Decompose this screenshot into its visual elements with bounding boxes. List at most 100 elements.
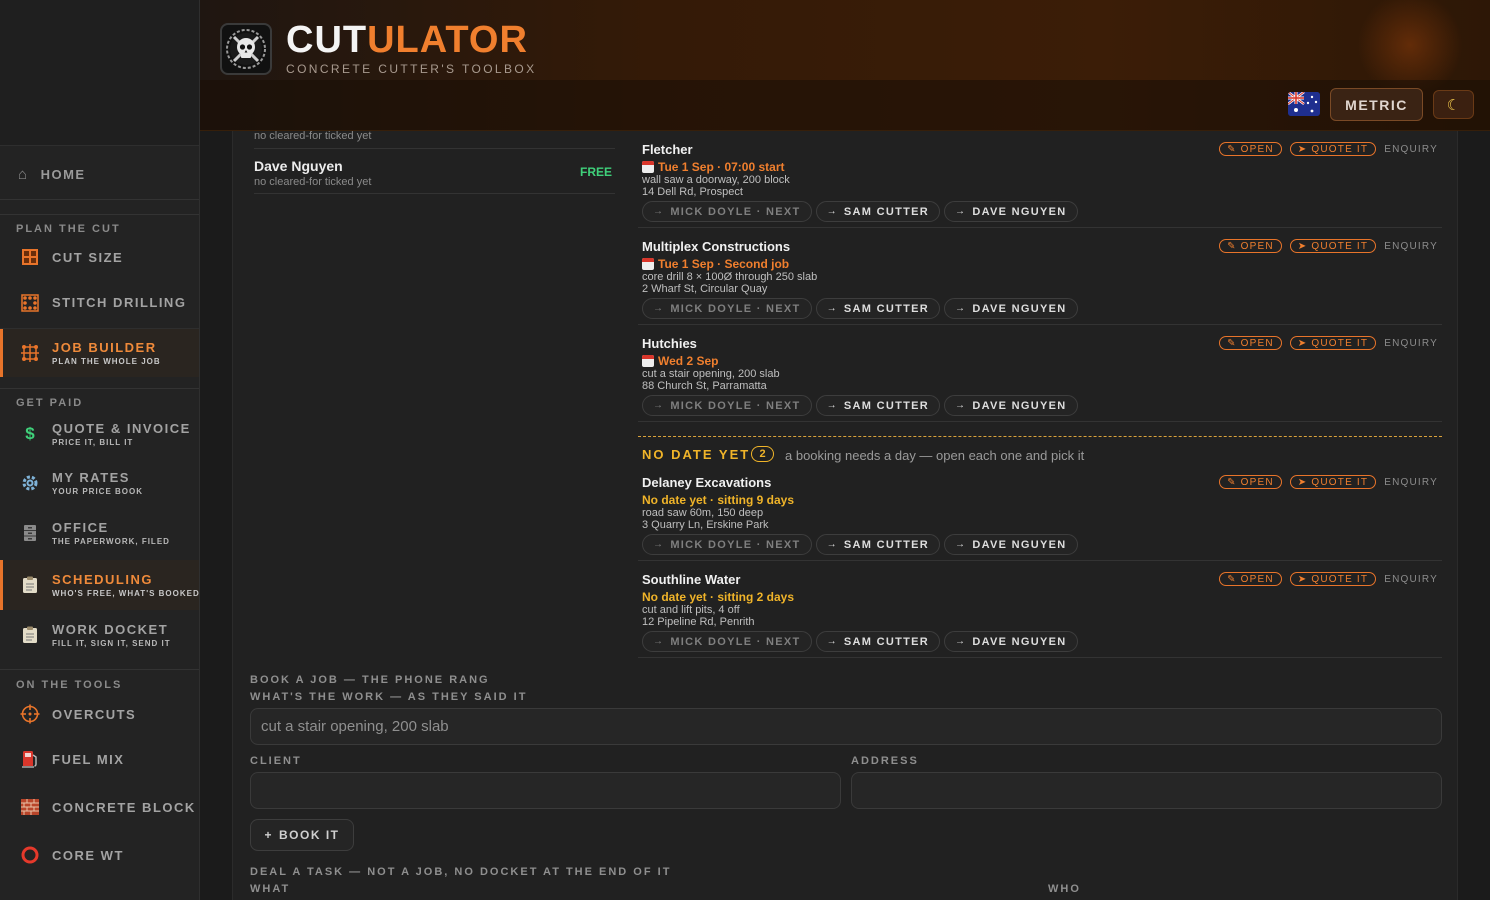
job-client: Southline Water (642, 572, 741, 587)
assign-button[interactable]: → DAVE NGUYEN (944, 631, 1078, 652)
staff-status: no cleared-for ticked yet (254, 176, 372, 188)
job-tags: ✎ OPEN ➤ QUOTE IT ENQUIRY (1219, 142, 1438, 156)
assign-button[interactable]: → SAM CUTTER (815, 395, 941, 416)
assign-button[interactable]: → SAM CUTTER (815, 534, 941, 555)
sidebar-item-scheduling[interactable]: SCHEDULING WHO'S FREE, WHAT'S BOOKED (0, 560, 199, 610)
assign-button[interactable]: → MICK DOYLE · NEXT (642, 201, 812, 222)
job-date-text: Tue 1 Sep · 07:00 start (658, 160, 785, 174)
staff-availability-badge: FREE (579, 165, 612, 179)
cut-size-icon (20, 247, 40, 267)
work-input[interactable] (250, 708, 1442, 745)
assign-label: SAM CUTTER (843, 205, 930, 218)
job-date-text: Wed 2 Sep (658, 354, 719, 368)
address-input[interactable] (851, 772, 1442, 809)
open-label: OPEN (1240, 143, 1274, 155)
quote-job-button[interactable]: ➤ QUOTE IT (1289, 239, 1377, 253)
sidebar-item-my-rates[interactable]: MY RATES YOUR PRICE BOOK (0, 456, 199, 510)
assign-button[interactable]: → SAM CUTTER (815, 201, 941, 222)
theme-toggle-button[interactable]: ☾ (1433, 90, 1474, 119)
job-tags: ✎ OPEN ➤ QUOTE IT ENQUIRY (1219, 239, 1438, 253)
job-card: Hutchies Wed 2 Sep cut a stair opening, … (638, 325, 1442, 422)
assign-button[interactable]: → MICK DOYLE · NEXT (642, 395, 812, 416)
open-job-button[interactable]: ✎ OPEN (1219, 475, 1282, 489)
sidebar-item-sub: PLAN THE WHOLE JOB (52, 357, 161, 366)
filing-cabinet-icon (20, 523, 40, 543)
assign-label: MICK DOYLE · NEXT (670, 302, 801, 315)
sidebar-item-home[interactable]: ⌂ HOME (0, 150, 199, 200)
arrow-right-icon: → (826, 636, 838, 647)
open-label: OPEN (1240, 337, 1274, 349)
job-status: ENQUIRY (1384, 143, 1438, 155)
sidebar-item-sub: WHO'S FREE, WHAT'S BOOKED (52, 589, 200, 598)
task-what-label: WHAT (250, 883, 291, 895)
australia-flag-icon[interactable] (1288, 92, 1320, 116)
header-glow (1350, 0, 1470, 90)
sidebar-item-fuel-mix[interactable]: FUEL MIX (0, 735, 199, 783)
assign-label: DAVE NGUYEN (972, 399, 1067, 412)
open-job-button[interactable]: ✎ OPEN (1219, 142, 1282, 156)
staff-row[interactable]: Dave Nguyen no cleared-for ticked yet FR… (254, 150, 615, 194)
sidebar-item-office[interactable]: OFFICE THE PAPERWORK, FILED (0, 510, 199, 556)
sidebar-item-job-builder[interactable]: JOB BUILDER PLAN THE WHOLE JOB (0, 329, 199, 377)
assign-button[interactable]: → DAVE NGUYEN (944, 201, 1078, 222)
arrow-right-icon: → (653, 303, 665, 314)
assign-button[interactable]: → SAM CUTTER (815, 298, 941, 319)
client-label: CLIENT (250, 755, 302, 767)
assign-button[interactable]: → DAVE NGUYEN (944, 298, 1078, 319)
stitch-drill-icon (20, 293, 40, 313)
assign-button[interactable]: → DAVE NGUYEN (944, 534, 1078, 555)
no-date-hint: a booking needs a day — open each one an… (785, 448, 1085, 463)
quote-job-button[interactable]: ➤ QUOTE IT (1289, 572, 1377, 586)
sidebar-top (0, 0, 199, 146)
arrow-icon: ➤ (1297, 337, 1308, 349)
crosshair-icon (20, 704, 40, 724)
calendar-icon (642, 355, 654, 367)
assign-buttons: → MICK DOYLE · NEXT → SAM CUTTER → DAVE NGU… (642, 534, 1078, 555)
sidebar-item-core-wt[interactable]: CORE WT (0, 831, 199, 879)
assign-button[interactable]: → SAM CUTTER (815, 631, 941, 652)
task-title: DEAL A TASK — NOT A JOB, NO DOCKET AT TH… (250, 866, 672, 878)
pencil-icon: ✎ (1227, 240, 1237, 252)
sidebar-item-cut-size[interactable]: CUT SIZE (0, 237, 199, 277)
assign-button[interactable]: → MICK DOYLE · NEXT (642, 631, 812, 652)
job-status: ENQUIRY (1384, 573, 1438, 585)
book-it-button[interactable]: + BOOK IT (250, 819, 354, 851)
client-input[interactable] (250, 772, 841, 809)
units-toggle-button[interactable]: METRIC (1330, 88, 1423, 121)
sidebar-item-quote-invoice[interactable]: $ QUOTE & INVOICE PRICE IT, BILL IT (0, 412, 199, 456)
staff-row-partial[interactable]: no cleared-for ticked yet (254, 130, 615, 149)
open-job-button[interactable]: ✎ OPEN (1219, 336, 1282, 350)
assign-button[interactable]: → DAVE NGUYEN (944, 395, 1078, 416)
assign-label: MICK DOYLE · NEXT (670, 635, 801, 648)
job-work: road saw 60m, 150 deep (642, 507, 764, 519)
job-client: Hutchies (642, 336, 697, 351)
staff-name: Dave Nguyen (254, 158, 343, 174)
sidebar-item-stitch-drilling[interactable]: STITCH DRILLING (0, 277, 199, 329)
app-title: CUTULATOR (286, 18, 528, 62)
open-job-button[interactable]: ✎ OPEN (1219, 239, 1282, 253)
assign-label: MICK DOYLE · NEXT (670, 399, 801, 412)
assign-button[interactable]: → MICK DOYLE · NEXT (642, 298, 812, 319)
open-job-button[interactable]: ✎ OPEN (1219, 572, 1282, 586)
quote-job-button[interactable]: ➤ QUOTE IT (1289, 475, 1377, 489)
job-address: 88 Church St, Parramatta (642, 380, 767, 392)
job-work: wall saw a doorway, 200 block (642, 174, 790, 186)
sidebar-item-overcuts[interactable]: OVERCUTS (0, 693, 199, 735)
sidebar-item-sub: YOUR PRICE BOOK (52, 487, 144, 496)
job-address: 2 Wharf St, Circular Quay (642, 283, 768, 295)
open-label: OPEN (1240, 573, 1274, 585)
assign-button[interactable]: → MICK DOYLE · NEXT (642, 534, 812, 555)
brick-icon (20, 797, 40, 817)
open-label: OPEN (1240, 240, 1274, 252)
quote-job-button[interactable]: ➤ QUOTE IT (1289, 336, 1377, 350)
sidebar-item-work-docket[interactable]: WORK DOCKET FILL IT, SIGN IT, SEND IT (0, 610, 199, 660)
assign-label: DAVE NGUYEN (972, 635, 1067, 648)
gear-icon (20, 473, 40, 493)
sidebar-item-concrete-block[interactable]: CONCRETE BLOCK W (0, 783, 199, 831)
sidebar-item-label: CUT SIZE (52, 249, 124, 265)
arrow-right-icon: → (955, 400, 967, 411)
brand-part-2: ULATOR (367, 19, 528, 61)
arrow-right-icon: → (653, 539, 665, 550)
quote-job-button[interactable]: ➤ QUOTE IT (1289, 142, 1377, 156)
job-card: Delaney Excavations No date yet · sittin… (638, 464, 1442, 561)
